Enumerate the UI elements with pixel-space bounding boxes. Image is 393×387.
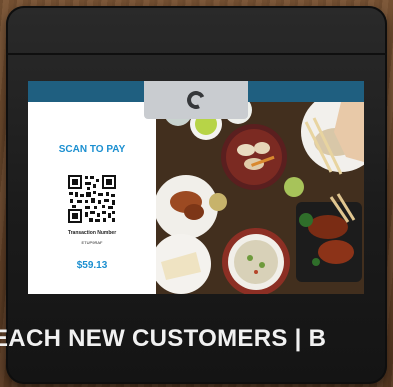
- camera-icon: [184, 88, 208, 112]
- payment-amount: $59.13: [76, 260, 108, 271]
- promo-ticker: EACH NEW CUSTOMERS | B: [0, 322, 393, 356]
- promo-ticker-text: EACH NEW CUSTOMERS | B: [0, 325, 327, 352]
- transaction-number-label: Transaction Number: [67, 230, 117, 236]
- transaction-number-value: ETUP9RAF: [81, 240, 103, 245]
- qr-code-icon[interactable]: [68, 175, 116, 223]
- scan-to-pay-title: SCAN TO PAY: [58, 144, 126, 155]
- device-screen: SCAN TO PAY Transaction Number ETUP9RAF …: [28, 81, 364, 294]
- device-seam: [6, 53, 387, 55]
- pay-panel: SCAN TO PAY Transaction Number ETUP9RAF …: [28, 102, 156, 294]
- food-photo: [156, 102, 364, 294]
- camera-module: [144, 81, 248, 119]
